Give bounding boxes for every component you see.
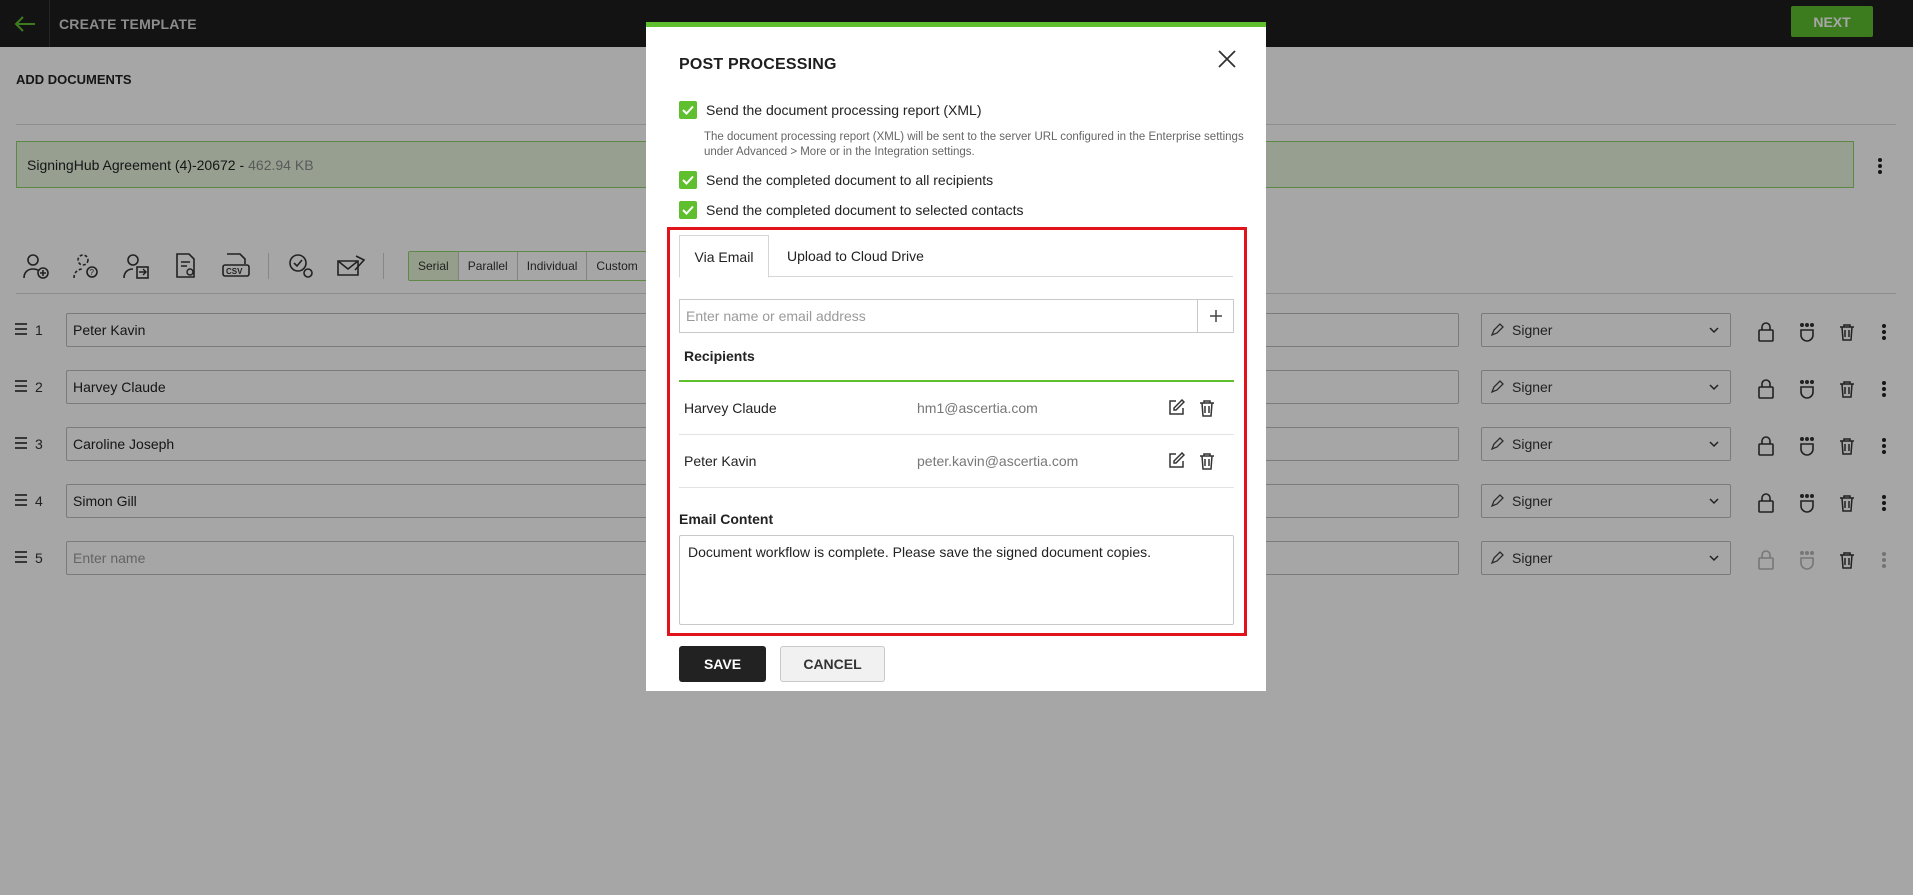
recipient-name: Peter Kavin (684, 453, 757, 469)
tab-upload-cloud-drive[interactable]: Upload to Cloud Drive (787, 235, 924, 277)
recipient-search-input[interactable]: Enter name or email address (679, 299, 1198, 333)
trash-icon[interactable] (1199, 399, 1215, 422)
recipient-email: hm1@ascertia.com (917, 400, 1038, 416)
plus-icon (1209, 310, 1222, 322)
edit-icon[interactable] (1168, 451, 1186, 474)
email-content-textarea[interactable]: Document workflow is complete. Please sa… (679, 535, 1234, 625)
post-processing-dialog: POST PROCESSING Send the document proces… (646, 22, 1266, 691)
list-item: Harvey Claude hm1@ascertia.com (679, 382, 1234, 435)
tab-via-email[interactable]: Via Email (679, 235, 769, 278)
option-send-selected-contacts[interactable]: Send the completed document to selected … (679, 201, 1024, 219)
check-icon (682, 205, 694, 215)
recipients-heading: Recipients (684, 348, 755, 364)
email-content-heading: Email Content (679, 511, 774, 527)
option-label: Send the completed document to all recip… (706, 172, 994, 188)
send-selected-checkbox[interactable] (679, 201, 697, 219)
list-item: Peter Kavin peter.kavin@ascertia.com (679, 435, 1234, 488)
send-all-checkbox[interactable] (679, 171, 697, 189)
edit-icon[interactable] (1168, 398, 1186, 421)
xml-report-checkbox[interactable] (679, 101, 697, 119)
close-button[interactable] (1214, 46, 1240, 72)
option-send-all-recipients[interactable]: Send the completed document to all recip… (679, 171, 993, 189)
option-xml-report[interactable]: Send the document processing report (XML… (679, 101, 981, 119)
close-icon (1218, 50, 1236, 68)
add-recipient-button[interactable] (1197, 299, 1234, 333)
recipient-name: Harvey Claude (684, 400, 777, 416)
trash-icon[interactable] (1199, 452, 1215, 475)
xml-report-description: The document processing report (XML) wil… (704, 131, 1244, 158)
save-button[interactable]: SAVE (679, 646, 766, 682)
check-icon (682, 175, 694, 185)
option-label: Send the completed document to selected … (706, 202, 1024, 218)
check-icon (682, 105, 694, 115)
delivery-tabs: Via Email Upload to Cloud Drive (679, 235, 1233, 278)
option-label: Send the document processing report (XML… (706, 102, 982, 118)
dialog-title: POST PROCESSING (679, 56, 837, 73)
cancel-button[interactable]: CANCEL (780, 646, 885, 682)
recipient-email: peter.kavin@ascertia.com (917, 453, 1079, 469)
